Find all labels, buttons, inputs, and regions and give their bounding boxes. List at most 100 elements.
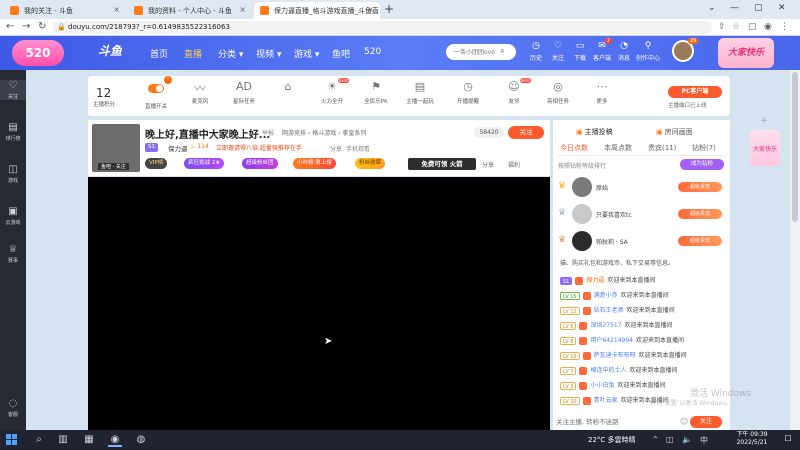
close-window-button[interactable]: ✕ <box>778 3 786 13</box>
plus-icon[interactable]: + <box>760 116 768 126</box>
tool-more[interactable]: ⋯ 更多 <box>585 80 619 105</box>
free-gift-banner[interactable]: 免费可领 火箭 <box>408 158 476 170</box>
subtab-vip[interactable]: 贵宾(11) <box>648 143 676 153</box>
share-room-link[interactable]: 分享 <box>330 144 342 153</box>
header-download[interactable]: ▭ 下载 <box>568 41 592 62</box>
search-icon[interactable]: ⌕ <box>500 46 505 56</box>
challenge-chip[interactable]: 疯狂挑战 2★ <box>184 158 225 169</box>
chat-user-name[interactable]: 满意小赤 <box>594 292 618 299</box>
floating-promo[interactable]: 大家快乐 <box>750 130 780 166</box>
tray-chevron-icon[interactable]: ⌃ <box>652 435 659 444</box>
browser-tab-live[interactable]: 保力逼直播_格斗游戏直播_斗鱼直 × <box>254 2 380 19</box>
header-follow[interactable]: ♡ 关注 <box>546 41 570 62</box>
sidebar-item-service[interactable]: ◌ 客服 <box>0 398 26 418</box>
become-diamond-fan-button[interactable]: 成为钻粉 <box>680 159 724 170</box>
chat-user-name[interactable]: 保力逼 <box>586 277 604 284</box>
header-client[interactable]: ✉ 客户端 2 <box>590 38 614 62</box>
sidebar-item-rank[interactable]: ▤ 排行榜 <box>0 122 26 142</box>
tool-gift[interactable]: ⌂ <box>271 80 305 97</box>
tab-search-icon[interactable]: ⌄ <box>708 3 716 13</box>
maximize-button[interactable]: ▢ <box>754 3 763 13</box>
nav-520[interactable]: 520 <box>364 47 381 57</box>
nav-category[interactable]: 分类 ▾ <box>218 47 243 60</box>
sidebar-item-cloud-game[interactable]: ▣ 云游戏 <box>0 206 26 226</box>
chat-user-name[interactable]: 钻石王老师 <box>594 307 624 314</box>
share-icon[interactable]: ⇪ <box>718 22 726 32</box>
rank-row[interactable]: ♛ 只要我喜欢tc 超级贵宾 <box>556 203 726 225</box>
volume-icon[interactable]: 🔈 <box>682 435 692 444</box>
back-button[interactable]: ← <box>6 21 14 32</box>
url-input[interactable]: 🔒 douyu.com/218793?_r=0.6149835522316063 <box>52 21 712 34</box>
chat-user-name[interactable]: 用户64214994 <box>590 337 633 344</box>
chat-user-name[interactable]: 萨瓦迪卡布布呀 <box>594 352 636 359</box>
extensions-icon[interactable]: ▢ <box>748 22 757 32</box>
pc-client-button[interactable]: PC客户端 <box>668 86 722 98</box>
header-creator-center[interactable]: ⚲ 创作中心 <box>636 41 660 62</box>
search-icon[interactable]: ⌕ <box>32 433 46 447</box>
menu-icon[interactable]: ⋮ <box>780 22 789 32</box>
follow-button[interactable]: 关注 <box>508 126 544 139</box>
nav-game[interactable]: 游戏 ▾ <box>294 47 319 60</box>
nav-yuba[interactable]: 鱼吧 <box>332 47 350 60</box>
nav-live[interactable]: 直播 <box>184 47 202 60</box>
nav-video[interactable]: 视频 ▾ <box>256 47 281 60</box>
profile-icon[interactable]: ◉ <box>764 22 772 32</box>
tab-close-icon[interactable]: × <box>113 5 120 14</box>
hourly-rank-chip[interactable]: 小时榜·第上榜 <box>293 158 336 169</box>
tool-neighbors[interactable]: ☺ 友邻 NEW <box>497 78 531 105</box>
welfare-link[interactable]: 福利 <box>508 160 520 169</box>
tab-room-view[interactable]: ▣ 房间画面 <box>656 127 693 137</box>
vip-rank-chip[interactable]: VIP榜 <box>145 158 168 169</box>
network-icon[interactable]: ◫ <box>666 435 674 444</box>
nav-home[interactable]: 首页 <box>150 47 168 60</box>
rank-row[interactable]: ♛ 原始 超级贵宾 <box>556 176 726 198</box>
chat-user-name[interactable]: 棉连中的土人 <box>590 367 626 374</box>
fan-medal-chip[interactable]: 粉丝勋章 <box>355 158 386 169</box>
video-player[interactable] <box>88 177 550 430</box>
emoji-icon[interactable]: ☺ <box>680 417 688 426</box>
sidebar-item-follow[interactable]: ♡ 关注 <box>0 80 26 100</box>
header-history[interactable]: ◷ 历史 <box>524 41 548 62</box>
file-explorer-icon[interactable]: ▦ <box>82 433 96 447</box>
weather-widget[interactable]: 22°C 多雲時晴 <box>588 435 636 445</box>
anchor-name[interactable]: 保力逼 <box>168 143 188 153</box>
app-icon[interactable]: ◍ <box>134 433 148 447</box>
notification-icon[interactable]: ☐ <box>782 434 794 446</box>
sidebar-item-game[interactable]: ◫ 游戏 <box>0 164 26 184</box>
ime-icon[interactable]: 中 <box>700 435 708 446</box>
minimize-button[interactable]: — <box>730 3 739 13</box>
reload-button[interactable]: ↻ <box>38 21 46 32</box>
chat-follow-button[interactable]: 关注 <box>690 416 722 428</box>
promo-520-badge[interactable]: 520 <box>12 40 64 66</box>
mobile-watch-link[interactable]: 手机观看 <box>346 144 370 153</box>
header-messages[interactable]: ◔ 消息 <box>612 41 636 62</box>
chat-user-name[interactable]: 深圳27517 <box>590 322 621 329</box>
tool-live-reminder[interactable]: ◷ 开播提醒 <box>451 80 485 105</box>
new-tab-button[interactable]: + <box>384 2 394 16</box>
windows-start-icon[interactable] <box>6 434 18 446</box>
subtab-diamond-fans[interactable]: 钻粉(7) <box>692 143 716 153</box>
breadcrumb[interactable]: 网游竞技 › 格斗游戏 › 拳皇系列 <box>282 128 366 137</box>
rank-row[interactable]: ♛ 帕秋莉 · SA 超级贵宾 <box>556 230 726 252</box>
promo-banner-right[interactable]: 大家快乐 <box>718 38 774 68</box>
chat-input[interactable] <box>556 415 680 429</box>
browser-tab-follow[interactable]: 我的关注 - 斗鱼 × <box>4 2 126 19</box>
tab-anchor-submission[interactable]: ▣ 主播投稿 <box>576 127 613 137</box>
subtab-week[interactable]: 本周点数 <box>604 143 632 153</box>
search-input[interactable] <box>446 44 516 60</box>
fan-club-chip[interactable]: 超级粉丝团 <box>242 158 278 169</box>
report-link[interactable]: 举报 <box>262 128 274 137</box>
tool-fire-power[interactable]: ☀ 火力全开 NEW <box>315 78 349 105</box>
scrollbar-thumb[interactable] <box>792 72 798 222</box>
sidebar-item-events[interactable]: ♕ 赛事 <box>0 244 26 264</box>
tool-play-together[interactable]: ▤ 主播一起玩 <box>403 80 437 105</box>
subtab-today[interactable]: 今日点数 <box>560 143 588 153</box>
douyu-logo[interactable]: 斗鱼 <box>98 42 122 59</box>
chat-user-name[interactable]: 青叶云家 <box>594 397 618 404</box>
forward-button[interactable]: → <box>22 21 30 32</box>
browser-tab-profile[interactable]: 我的资料 - 个人中心 - 斗鱼 × <box>128 2 252 19</box>
tool-show-task[interactable]: ◎ 亮相任务 <box>541 80 575 105</box>
tab-close-icon[interactable]: × <box>367 5 374 14</box>
share-link[interactable]: 分享 <box>482 160 494 169</box>
chrome-icon[interactable]: ◉ <box>108 433 122 447</box>
